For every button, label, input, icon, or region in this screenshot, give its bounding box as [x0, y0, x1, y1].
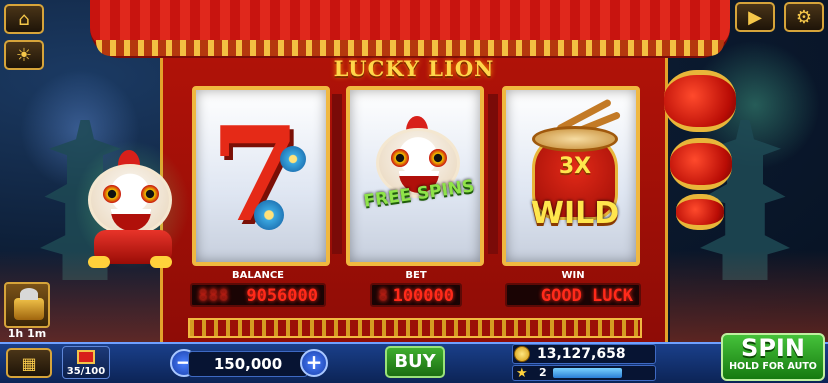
game-title: LUCKY LION — [333, 56, 495, 81]
sun-button[interactable]: ☀ — [4, 40, 44, 70]
coin-balance: 13,127,658 — [512, 344, 656, 364]
bonus-timer: 1h 1m — [7, 327, 47, 340]
meter-ghost-digits: 8 — [378, 286, 389, 306]
star-icon: ★ — [516, 366, 528, 381]
lion-eye-icon — [429, 149, 447, 167]
lion-eye-icon — [391, 149, 409, 167]
level-bar: 2 — [512, 365, 656, 381]
lion-mouth-icon — [111, 209, 151, 231]
win-meter: GOOD LUCK — [505, 283, 641, 307]
meter-ghost-digits: 888 — [198, 286, 229, 306]
greek-key-border — [188, 318, 642, 338]
flower-icon — [280, 146, 306, 172]
multiplier-label: 3X — [558, 154, 592, 179]
bet-meter: 8 100000 — [370, 283, 462, 307]
spin-sub-label: HOLD FOR AUTO — [729, 361, 817, 372]
settings-button[interactable]: ⚙ — [784, 2, 824, 32]
spin-button[interactable]: SPIN HOLD FOR AUTO — [721, 333, 825, 381]
home-button[interactable]: ⌂ — [4, 4, 44, 34]
game-scene: LUCKY LION 7 FREE SPINS 3X WILD BALANCE … — [0, 0, 828, 383]
win-label: WIN — [561, 270, 585, 281]
gear-icon: ⚙ — [795, 6, 813, 28]
win-value: GOOD LUCK — [540, 286, 633, 306]
helmet-icon — [20, 288, 38, 300]
bet-value: 100000 — [392, 286, 454, 306]
roof-trim — [96, 40, 724, 56]
lion-eye-icon — [141, 185, 159, 203]
reel-2: FREE SPINS — [346, 86, 484, 266]
menu-button[interactable]: ▦ — [6, 348, 52, 378]
lion-mascot — [74, 140, 190, 270]
balance-meter: 888 9056000 — [190, 283, 326, 307]
bonus-chest-button[interactable] — [4, 282, 50, 328]
sun-icon: ☀ — [15, 44, 33, 66]
reel-divider — [332, 94, 342, 254]
spin-label: SPIN — [741, 334, 805, 362]
wild-symbol: WILD — [530, 196, 620, 231]
video-icon: ▶ — [748, 6, 762, 28]
balance-label: BALANCE — [231, 270, 284, 281]
reel-3: 3X WILD — [502, 86, 640, 266]
drum-top-icon — [532, 126, 618, 152]
bet-plus-button[interactable]: + — [300, 349, 328, 377]
level-number: 2 — [539, 366, 547, 379]
flower-icon — [254, 200, 284, 230]
lion-eye-icon — [103, 185, 121, 203]
city-glow-right — [670, 250, 828, 345]
coin-icon — [514, 346, 530, 362]
lion-paw-icon — [150, 256, 172, 268]
video-button[interactable]: ▶ — [735, 2, 775, 32]
lantern-icon — [676, 194, 724, 230]
balance-value: 9056000 — [246, 286, 318, 306]
lion-paw-icon — [88, 256, 110, 268]
grid-menu-icon: ▦ — [21, 353, 37, 373]
gift-progress: 35/100 — [66, 366, 106, 377]
lantern-icon — [670, 138, 732, 190]
reel-1: 7 — [192, 86, 330, 266]
lantern-icon — [664, 70, 736, 132]
treasure-chest-icon — [14, 298, 44, 320]
gift-progress-button[interactable]: 35/100 — [62, 346, 110, 379]
bet-amount-display: 150,000 — [188, 351, 308, 377]
bet-label: BET — [405, 270, 427, 281]
lion-head-icon — [88, 164, 172, 236]
gift-icon — [77, 350, 95, 364]
reel-divider — [488, 94, 498, 254]
buy-button[interactable]: BUY — [385, 346, 445, 378]
level-progress-fill — [553, 368, 622, 378]
home-icon: ⌂ — [18, 8, 30, 30]
